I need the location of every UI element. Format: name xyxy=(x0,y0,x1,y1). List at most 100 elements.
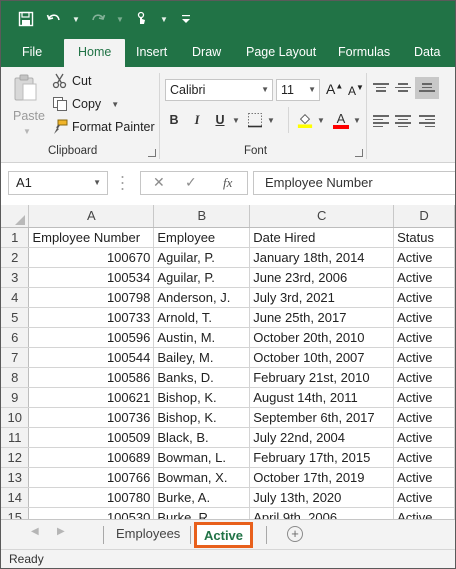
undo-dropdown-icon[interactable]: ▼ xyxy=(71,8,81,30)
cancel-icon[interactable]: ✕ xyxy=(153,174,165,191)
employee-number-cell[interactable]: 100766 xyxy=(28,467,155,488)
status-cell[interactable]: Active xyxy=(393,427,455,448)
row-header[interactable]: 10 xyxy=(1,407,30,428)
status-cell[interactable]: Active xyxy=(393,387,455,408)
touch-mode-dropdown-icon[interactable]: ▼ xyxy=(159,8,169,30)
clipboard-launcher-icon[interactable] xyxy=(148,149,156,157)
employee-cell[interactable]: Austin, M. xyxy=(153,327,251,348)
date-hired-cell[interactable]: July 13th, 2020 xyxy=(249,487,395,508)
employee-number-cell[interactable]: 100621 xyxy=(28,387,155,408)
row-header[interactable]: 11 xyxy=(1,427,30,448)
employee-number-cell[interactable]: 100780 xyxy=(28,487,155,508)
row-header[interactable]: 14 xyxy=(1,487,30,508)
employee-number-cell[interactable]: 100509 xyxy=(28,427,155,448)
status-cell[interactable]: Active xyxy=(393,367,455,388)
cell[interactable]: Date Hired xyxy=(249,227,395,248)
italic-button[interactable]: I xyxy=(188,111,206,129)
sheet-tab-active[interactable]: Active xyxy=(194,522,254,548)
status-cell[interactable]: Active xyxy=(393,327,455,348)
date-hired-cell[interactable]: July 22nd, 2004 xyxy=(249,427,395,448)
date-hired-cell[interactable]: January 18th, 2014 xyxy=(249,247,395,268)
column-header-b[interactable]: B xyxy=(153,205,251,228)
employee-number-cell[interactable]: 100798 xyxy=(28,287,155,308)
format-painter-button[interactable]: Format Painter xyxy=(52,119,155,135)
align-right-icon[interactable] xyxy=(419,113,435,127)
font-name-select[interactable]: Calibri ▼ xyxy=(165,79,273,101)
row-header[interactable]: 12 xyxy=(1,447,30,468)
redo-icon[interactable] xyxy=(87,8,109,30)
font-color-button[interactable]: A ▼ xyxy=(333,111,361,129)
cell[interactable]: Employee Number xyxy=(28,227,155,248)
date-hired-cell[interactable]: February 17th, 2015 xyxy=(249,447,395,468)
employee-number-cell[interactable]: 100596 xyxy=(28,327,155,348)
select-all-button[interactable] xyxy=(1,205,30,228)
paste-icon[interactable] xyxy=(13,73,39,103)
tab-formulas[interactable]: Formulas xyxy=(338,37,390,67)
align-center-icon[interactable] xyxy=(395,113,411,127)
employee-cell[interactable]: Black, B. xyxy=(153,427,251,448)
employee-cell[interactable]: Bishop, K. xyxy=(153,387,251,408)
status-cell[interactable]: Active xyxy=(393,447,455,468)
align-left-icon[interactable] xyxy=(373,113,389,127)
status-cell[interactable]: Active xyxy=(393,407,455,428)
employee-number-cell[interactable]: 100586 xyxy=(28,367,155,388)
align-top-icon[interactable] xyxy=(373,81,389,95)
formula-input[interactable]: Employee Number xyxy=(253,171,455,195)
column-header-d[interactable]: D xyxy=(393,205,455,228)
align-middle-icon[interactable] xyxy=(395,81,411,95)
column-header-c[interactable]: C xyxy=(249,205,395,228)
employee-cell[interactable]: Burke, R. xyxy=(153,507,251,519)
date-hired-cell[interactable]: October 20th, 2010 xyxy=(249,327,395,348)
undo-icon[interactable] xyxy=(43,8,65,30)
enter-icon[interactable]: ✓ xyxy=(185,174,197,191)
date-hired-cell[interactable]: February 21st, 2010 xyxy=(249,367,395,388)
employee-cell[interactable]: Anderson, J. xyxy=(153,287,251,308)
insert-function-button[interactable]: fx xyxy=(223,175,232,191)
employee-number-cell[interactable]: 100530 xyxy=(28,507,155,519)
employee-cell[interactable]: Bowman, L. xyxy=(153,447,251,468)
copy-button[interactable]: Copy ▼ xyxy=(52,96,119,112)
row-header[interactable]: 8 xyxy=(1,367,30,388)
cell[interactable]: Employee xyxy=(153,227,251,248)
sheet-tab-employees[interactable]: Employees xyxy=(116,520,180,548)
employee-number-cell[interactable]: 100544 xyxy=(28,347,155,368)
name-box[interactable]: A1 ▼ xyxy=(8,171,108,195)
row-header[interactable]: 7 xyxy=(1,347,30,368)
previous-sheet-icon[interactable]: ◀ xyxy=(31,526,39,537)
borders-button[interactable]: ▼ xyxy=(247,112,275,128)
customize-toolbar-icon[interactable] xyxy=(175,8,197,30)
date-hired-cell[interactable]: October 17th, 2019 xyxy=(249,467,395,488)
borders-dropdown-icon[interactable]: ▼ xyxy=(267,116,275,125)
tab-page-layout[interactable]: Page Layout xyxy=(246,37,316,67)
font-size-select[interactable]: 11 ▼ xyxy=(276,79,320,101)
employee-cell[interactable]: Aguilar, P. xyxy=(153,267,251,288)
column-header-a[interactable]: A xyxy=(28,205,155,228)
fill-color-button[interactable]: ▼ xyxy=(297,112,325,128)
paste-dropdown-icon[interactable]: ▼ xyxy=(23,127,31,136)
tab-home[interactable]: Home xyxy=(64,39,126,67)
date-hired-cell[interactable]: August 14th, 2011 xyxy=(249,387,395,408)
employee-cell[interactable]: Banks, D. xyxy=(153,367,251,388)
row-header[interactable]: 2 xyxy=(1,247,30,268)
fill-color-dropdown-icon[interactable]: ▼ xyxy=(317,116,325,125)
tab-file[interactable]: File xyxy=(22,37,42,67)
row-header[interactable]: 9 xyxy=(1,387,30,408)
employee-cell[interactable]: Bowman, X. xyxy=(153,467,251,488)
save-icon[interactable] xyxy=(15,8,37,30)
tab-data[interactable]: Data xyxy=(414,37,440,67)
cut-button[interactable]: Cut xyxy=(52,73,91,89)
cell[interactable]: Status xyxy=(393,227,455,248)
status-cell[interactable]: Active xyxy=(393,307,455,328)
status-cell[interactable]: Active xyxy=(393,247,455,268)
employee-cell[interactable]: Aguilar, P. xyxy=(153,247,251,268)
underline-dropdown-icon[interactable]: ▼ xyxy=(232,116,240,125)
employee-cell[interactable]: Bishop, K. xyxy=(153,407,251,428)
touch-mode-icon[interactable] xyxy=(131,8,153,30)
align-bottom-button[interactable] xyxy=(415,77,439,99)
paste-button[interactable]: Paste xyxy=(13,109,45,123)
row-header[interactable]: 4 xyxy=(1,287,30,308)
status-cell[interactable]: Active xyxy=(393,487,455,508)
row-header[interactable]: 3 xyxy=(1,267,30,288)
row-header[interactable]: 1 xyxy=(1,227,30,248)
next-sheet-icon[interactable]: ▶ xyxy=(57,526,65,537)
